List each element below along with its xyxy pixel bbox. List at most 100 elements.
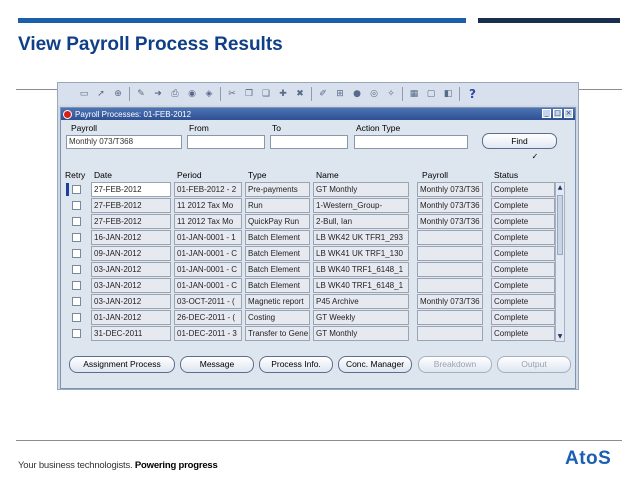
name-cell[interactable]: LB WK40 TRF1_6148_1	[313, 278, 409, 293]
retry-checkbox[interactable]	[72, 201, 81, 210]
period-cell[interactable]: 01-JAN-0001 - C	[174, 262, 242, 277]
window-title-bar[interactable]: Payroll Processes: 01-FEB-2012 _ □ ×	[61, 108, 575, 120]
name-cell[interactable]: 1-Western_Group-	[313, 198, 409, 213]
next-step-icon[interactable]: ➜	[152, 88, 164, 100]
find-button[interactable]: Find	[482, 133, 557, 149]
zoom-icon[interactable]: ⊕	[112, 88, 124, 100]
retry-checkbox[interactable]	[72, 217, 81, 226]
name-cell[interactable]: GT Monthly	[313, 182, 409, 197]
name-cell[interactable]: GT Monthly	[313, 326, 409, 341]
close-icon[interactable]: ×	[564, 109, 573, 118]
status-cell[interactable]: Complete	[491, 294, 555, 309]
payroll-cell[interactable]	[417, 246, 483, 261]
date-cell[interactable]: 16-JAN-2012	[91, 230, 171, 245]
from-field[interactable]	[187, 135, 265, 149]
process-info-button[interactable]: Process Info.	[259, 356, 333, 373]
period-cell[interactable]: 11 2012 Tax Mo	[174, 214, 242, 229]
type-cell[interactable]: Transfer to Gene	[245, 326, 310, 341]
payroll-cell[interactable]	[417, 230, 483, 245]
period-cell[interactable]: 01-FEB-2012 - 2	[174, 182, 242, 197]
type-cell[interactable]: Batch Element	[245, 262, 310, 277]
period-cell[interactable]: 03-OCT-2011 - (	[174, 294, 242, 309]
copy-icon[interactable]: ❐	[243, 88, 255, 100]
folder-check-icon[interactable]: ✓	[531, 153, 539, 161]
table-row[interactable]: 03-JAN-2012 01-JAN-0001 - C Batch Elemen…	[65, 278, 565, 294]
type-cell[interactable]: Costing	[245, 310, 310, 325]
retry-checkbox[interactable]	[72, 281, 81, 290]
paste-icon[interactable]: ❏	[260, 88, 272, 100]
window-icon[interactable]: ✧	[385, 88, 397, 100]
type-cell[interactable]: Batch Element	[245, 230, 310, 245]
table-row[interactable]: 01-JAN-2012 26-DEC-2011 - ( Costing GT W…	[65, 310, 565, 326]
table-row[interactable]: 03-JAN-2012 01-JAN-0001 - C Batch Elemen…	[65, 262, 565, 278]
name-cell[interactable]: LB WK42 UK TFR1_293	[313, 230, 409, 245]
output-button[interactable]: Output	[497, 356, 571, 373]
retry-checkbox[interactable]	[72, 265, 81, 274]
period-cell[interactable]: 26-DEC-2011 - (	[174, 310, 242, 325]
window-switch-icon[interactable]: ◧	[442, 88, 454, 100]
message-button[interactable]: Message	[180, 356, 254, 373]
close-form-icon[interactable]: ◉	[186, 88, 198, 100]
status-cell[interactable]: Complete	[491, 310, 555, 325]
status-cell[interactable]: Complete	[491, 198, 555, 213]
name-cell[interactable]: LB WK41 UK TRF1_130	[313, 246, 409, 261]
date-cell[interactable]: 03-JAN-2012	[91, 294, 171, 309]
name-cell[interactable]: LB WK40 TRF1_6148_1	[313, 262, 409, 277]
cut-icon[interactable]: ✂	[226, 88, 238, 100]
payroll-field[interactable]: Monthly 073/T368	[66, 135, 182, 149]
type-cell[interactable]: Batch Element	[245, 278, 310, 293]
help-icon[interactable]: ?	[469, 87, 479, 101]
type-cell[interactable]: Pre-payments	[245, 182, 310, 197]
assignment-process-button[interactable]: Assignment Process	[69, 356, 175, 373]
maximize-icon[interactable]: □	[553, 109, 562, 118]
breakdown-button[interactable]: Breakdown	[418, 356, 492, 373]
name-cell[interactable]: P45 Archive	[313, 294, 409, 309]
status-cell[interactable]: Complete	[491, 182, 555, 197]
clear-icon[interactable]: ◈	[203, 88, 215, 100]
period-cell[interactable]: 01-JAN-0001 - C	[174, 246, 242, 261]
save-icon[interactable]: ✎	[135, 88, 147, 100]
type-cell[interactable]: Magnetic report	[245, 294, 310, 309]
retry-checkbox[interactable]	[72, 185, 81, 194]
status-cell[interactable]: Complete	[491, 246, 555, 261]
date-cell[interactable]: 03-JAN-2012	[91, 262, 171, 277]
payroll-cell[interactable]	[417, 278, 483, 293]
table-row[interactable]: 27-FEB-2012 11 2012 Tax Mo QuickPay Run …	[65, 214, 565, 230]
delete-record-icon[interactable]: ✖	[294, 88, 306, 100]
retry-checkbox[interactable]	[72, 233, 81, 242]
payroll-cell[interactable]: Monthly 073/T36	[417, 294, 483, 309]
table-row[interactable]: 09-JAN-2012 01-JAN-0001 - C Batch Elemen…	[65, 246, 565, 262]
print-icon[interactable]: ⎙	[169, 88, 181, 100]
action-type-field[interactable]	[354, 135, 468, 149]
period-cell[interactable]: 01-JAN-0001 - C	[174, 278, 242, 293]
status-cell[interactable]: Complete	[491, 262, 555, 277]
date-cell[interactable]: 27-FEB-2012	[91, 182, 171, 197]
table-row[interactable]: 03-JAN-2012 03-OCT-2011 - ( Magnetic rep…	[65, 294, 565, 310]
status-cell[interactable]: Complete	[491, 326, 555, 341]
date-cell[interactable]: 09-JAN-2012	[91, 246, 171, 261]
payroll-cell[interactable]	[417, 310, 483, 325]
table-row[interactable]: 27-FEB-2012 01-FEB-2012 - 2 Pre-payments…	[65, 182, 565, 198]
attachments-icon[interactable]: ⊞	[334, 88, 346, 100]
status-cell[interactable]: Complete	[491, 278, 555, 293]
period-cell[interactable]: 11 2012 Tax Mo	[174, 198, 242, 213]
name-cell[interactable]: GT Weekly	[313, 310, 409, 325]
period-cell[interactable]: 01-DEC-2011 - 3	[174, 326, 242, 341]
payroll-cell[interactable]: Monthly 073/T36	[417, 198, 483, 213]
retry-checkbox[interactable]	[72, 329, 81, 338]
scroll-up-icon[interactable]: ▲	[556, 183, 564, 192]
folder-icon[interactable]: ●	[351, 88, 363, 100]
payroll-cell[interactable]	[417, 326, 483, 341]
navigate-icon[interactable]: ➚	[95, 88, 107, 100]
payroll-cell[interactable]: Monthly 073/T36	[417, 182, 483, 197]
date-cell[interactable]: 27-FEB-2012	[91, 198, 171, 213]
conc-manager-button[interactable]: Conc. Manager	[338, 356, 412, 373]
calendar-icon[interactable]: ▦	[408, 88, 420, 100]
payroll-cell[interactable]: Monthly 073/T36	[417, 214, 483, 229]
period-cell[interactable]: 01-JAN-0001 - 1	[174, 230, 242, 245]
type-cell[interactable]: Batch Element	[245, 246, 310, 261]
folder-tools-icon[interactable]: ▢	[425, 88, 437, 100]
type-cell[interactable]: Run	[245, 198, 310, 213]
minimize-icon[interactable]: _	[542, 109, 551, 118]
date-cell[interactable]: 01-JAN-2012	[91, 310, 171, 325]
